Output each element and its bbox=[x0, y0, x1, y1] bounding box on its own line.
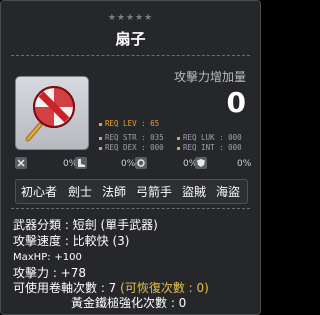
hammer-count: 黃金鐵槌強化次數 : 0 bbox=[71, 296, 187, 310]
item-icon-frame bbox=[15, 76, 89, 150]
max-hp-value: +100 bbox=[54, 252, 82, 263]
bullet-icon bbox=[99, 122, 102, 126]
max-hp-label: MaxHP: bbox=[13, 252, 51, 263]
job-bowman: 弓箭手 bbox=[136, 185, 173, 199]
req-luk: REQ LUK : 000 bbox=[177, 133, 242, 142]
req-int: REQ INT : 000 bbox=[177, 143, 242, 152]
max-hp: MaxHP: +100 bbox=[13, 249, 82, 263]
item-tooltip: ★★★★★ 扇子 攻擊力增加量 0 REQ LEV : 65 REQ STR :… bbox=[0, 0, 261, 315]
job-thief: 盜賊 bbox=[182, 185, 207, 199]
job-beginner: 初心者 bbox=[21, 185, 58, 199]
req-dex: REQ DEX : 000 bbox=[99, 143, 164, 152]
fan-icon bbox=[25, 86, 75, 142]
attack-speed: 攻擊速度 : 比較快 (3) bbox=[13, 234, 130, 248]
shield-icon bbox=[195, 157, 207, 169]
stat-value-4: 0% bbox=[237, 159, 252, 169]
weapon-type: 武器分類 : 短劍 (單手武器) bbox=[13, 218, 158, 232]
stat-icon-2 bbox=[75, 157, 87, 172]
job-pirate: 海盜 bbox=[216, 185, 241, 199]
stat-icon-row: 0% 0% 0% 0% bbox=[15, 157, 251, 172]
attack-increase-value: 0 bbox=[226, 86, 246, 119]
bullet-icon bbox=[177, 136, 180, 140]
divider bbox=[11, 55, 250, 56]
stat-icon-4 bbox=[195, 157, 207, 172]
stat-icon-1 bbox=[15, 157, 27, 172]
stat-icon-3 bbox=[135, 157, 147, 172]
bullet-icon bbox=[99, 146, 102, 150]
stat-value-2: 0% bbox=[121, 159, 136, 169]
star-rating: ★★★★★ bbox=[107, 13, 154, 23]
recoverable-slots: (可恢復次數 : 0) bbox=[120, 281, 209, 295]
attack-increase-label: 攻擊力增加量 bbox=[173, 70, 246, 84]
boot-icon bbox=[75, 157, 87, 169]
req-str: REQ STR : 035 bbox=[99, 133, 164, 142]
req-level: REQ LEV : 65 bbox=[99, 119, 159, 128]
job-magician: 法師 bbox=[102, 185, 127, 199]
sparkle-icon bbox=[15, 157, 27, 169]
upgrade-slots-text: 可使用卷軸次數 : 7 bbox=[13, 281, 117, 295]
gear-icon bbox=[135, 157, 147, 169]
bullet-icon bbox=[177, 146, 180, 150]
divider bbox=[11, 208, 250, 209]
bullet-icon bbox=[99, 136, 102, 140]
item-name: 扇子 bbox=[115, 30, 146, 48]
job-warrior: 劍士 bbox=[68, 185, 93, 199]
job-requirements: 初心者 劍士 法師 弓箭手 盜賊 海盜 bbox=[15, 179, 248, 204]
